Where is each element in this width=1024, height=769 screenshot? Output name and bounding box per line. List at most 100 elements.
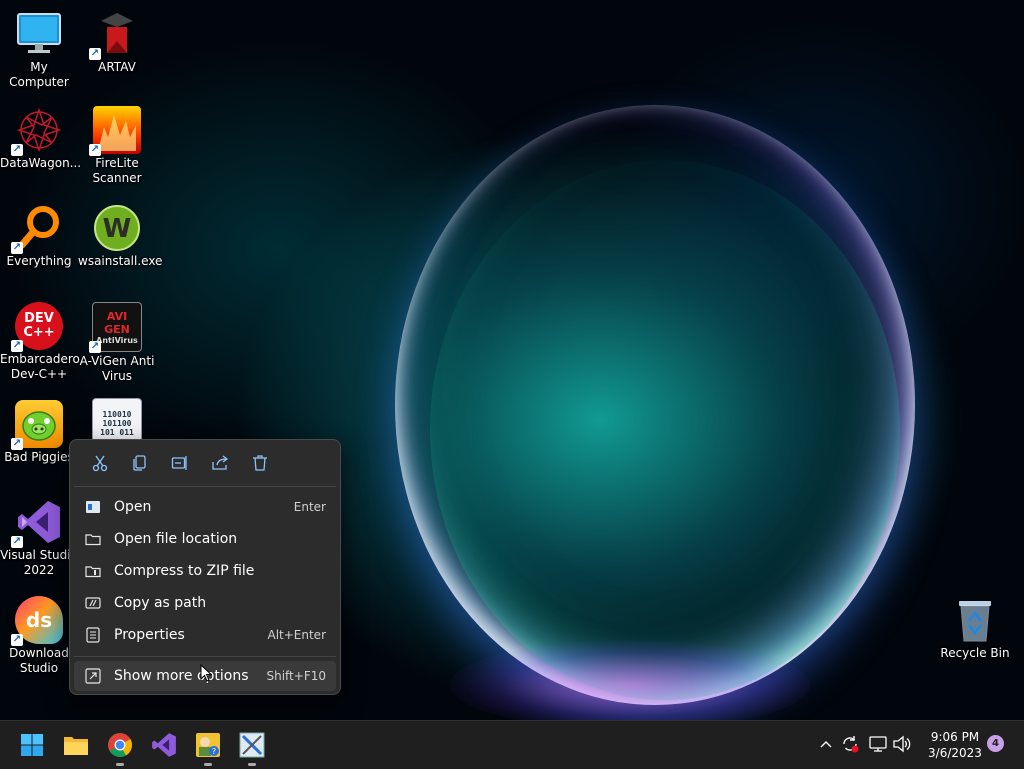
- windows-logo-icon: [21, 734, 43, 756]
- toolbar-divider: [74, 486, 336, 487]
- computer-icon: [15, 10, 63, 58]
- taskbar-app-tools[interactable]: [236, 729, 268, 766]
- desktop-icon-download-studio[interactable]: ds ↗ Download Studio: [0, 596, 78, 676]
- icon-label: My Computer: [9, 60, 69, 89]
- running-indicator: [116, 763, 124, 766]
- show-hidden-icons-button[interactable]: [816, 734, 836, 754]
- bad-piggies-icon: ↗: [11, 400, 63, 450]
- desktop-icon-everything[interactable]: ↗ Everything: [0, 204, 78, 269]
- tray-volume[interactable]: [892, 734, 912, 754]
- desktop-icon-wsainstall[interactable]: W wsainstall.exe: [78, 204, 163, 269]
- desktop-icon-avigen-antivirus[interactable]: AVI GEN AntiVirus ↗ A-ViGen Anti Virus: [78, 302, 156, 384]
- taskbar-file-explorer[interactable]: [60, 729, 92, 761]
- start-button[interactable]: [16, 729, 48, 761]
- avigen-icon: AVI GEN AntiVirus ↗: [89, 302, 142, 353]
- icon-label: wsainstall.exe: [78, 254, 163, 268]
- trash-icon: [253, 455, 267, 471]
- menu-item-label: Copy as path: [114, 595, 207, 611]
- svg-text:W: W: [103, 214, 132, 244]
- menu-item-compress-zip[interactable]: Compress to ZIP file: [74, 556, 336, 586]
- shortcut-arrow-icon: ↗: [11, 438, 23, 450]
- menu-divider: [74, 656, 336, 657]
- icon-label: Visual Studio 2022: [0, 548, 78, 577]
- download-studio-icon: ds ↗: [11, 596, 63, 646]
- shortcut-arrow-icon: ↗: [89, 144, 101, 156]
- path-icon: [84, 594, 102, 612]
- copy-icon: [133, 455, 146, 471]
- open-icon: [84, 498, 102, 516]
- icon-label: Embarcadero Dev-C++: [0, 352, 80, 381]
- desktop-icon-visual-studio-2022[interactable]: ↗ Visual Studio 2022: [0, 498, 78, 578]
- chrome-icon: [108, 733, 133, 758]
- clock-time: 9:06 PM: [930, 730, 980, 744]
- visual-studio-icon: [152, 733, 176, 757]
- menu-item-shortcut: Shift+F10: [266, 669, 326, 683]
- magnifier-icon: ↗: [11, 204, 63, 254]
- context-menu: Open Enter Open file location Compress t…: [69, 439, 341, 695]
- desktop-icon-artav[interactable]: ↗ ARTAV: [78, 10, 156, 75]
- tray-update-status[interactable]: [840, 734, 860, 754]
- taskbar-visual-studio[interactable]: [148, 729, 180, 761]
- chevron-up-icon: [820, 741, 832, 748]
- menu-item-label: Show more options: [114, 668, 249, 684]
- copy-button[interactable]: [120, 443, 160, 483]
- icon-label: FireLite Scanner: [92, 156, 142, 185]
- speaker-icon: [893, 735, 911, 753]
- shortcut-arrow-icon: ↗: [11, 536, 23, 548]
- menu-item-copy-as-path[interactable]: Copy as path: [74, 588, 336, 618]
- datawagon-icon: ↗: [11, 106, 63, 156]
- rename-icon: [171, 456, 187, 470]
- taskbar-clock[interactable]: 9:06 PM 3/6/2023: [918, 729, 992, 761]
- shortcut-arrow-icon: ↗: [11, 634, 23, 646]
- devcpp-logo-text: DEV C++: [23, 311, 55, 340]
- firelite-icon: ↗: [89, 106, 141, 156]
- running-indicator: [248, 763, 256, 766]
- visual-studio-icon: ↗: [11, 498, 63, 548]
- tools-app-icon: [239, 732, 265, 758]
- menu-item-open[interactable]: Open Enter: [74, 492, 336, 522]
- share-button[interactable]: [200, 443, 240, 483]
- sync-alert-icon: [843, 736, 859, 753]
- notification-badge[interactable]: 4: [987, 735, 1004, 752]
- desktop-icon-bad-piggies[interactable]: ↗ Bad Piggies: [0, 400, 78, 465]
- folder-icon: [64, 737, 88, 755]
- avigen-logo-sub: AntiVirus: [96, 335, 138, 345]
- taskbar: ? 9:06 PM 3/6/2023: [0, 720, 1024, 769]
- rename-button[interactable]: [160, 443, 200, 483]
- shortcut-arrow-icon: ↗: [11, 242, 23, 254]
- wallpaper-glow: [450, 640, 810, 720]
- svg-text:?: ?: [212, 747, 216, 756]
- icon-label: A-ViGen Anti Virus: [79, 354, 155, 383]
- icon-label: DataWagon...: [0, 156, 82, 170]
- wallpaper-inner-arc: [430, 160, 900, 700]
- shortcut-arrow-icon: ↗: [11, 144, 23, 156]
- desktop-icon-my-computer[interactable]: My Computer: [0, 10, 78, 90]
- desktop-icon-firelite-scanner[interactable]: ↗ FireLite Scanner: [78, 106, 156, 186]
- taskbar-app-user-help[interactable]: ?: [192, 729, 224, 766]
- shortcut-arrow-icon: ↗: [11, 340, 23, 352]
- desktop-icon-embarcadero-devcpp[interactable]: DEV C++ ↗ Embarcadero Dev-C++: [0, 302, 80, 382]
- mouse-cursor-icon: [200, 664, 212, 682]
- cut-button[interactable]: [80, 443, 120, 483]
- user-help-icon: ?: [196, 733, 220, 757]
- ds-logo-text: ds: [25, 608, 53, 632]
- recycle-bin-icon: [951, 596, 999, 644]
- folder-icon: [84, 530, 102, 548]
- desktop-icon-datawagon[interactable]: ↗ DataWagon...: [0, 106, 82, 171]
- context-menu-toolbar: [70, 440, 350, 486]
- properties-icon: [84, 626, 102, 644]
- desktop-icon-recycle-bin[interactable]: Recycle Bin: [936, 596, 1014, 661]
- avigen-logo-text: AVI GEN: [104, 309, 130, 336]
- menu-item-open-file-location[interactable]: Open file location: [74, 524, 336, 554]
- wsainstall-icon: W: [93, 204, 141, 252]
- delete-button[interactable]: [240, 443, 280, 483]
- artav-icon: ↗: [89, 10, 141, 60]
- menu-item-properties[interactable]: Properties Alt+Enter: [74, 620, 336, 650]
- menu-item-label: Open file location: [114, 531, 238, 547]
- more-options-icon: [84, 667, 102, 685]
- icon-label: ARTAV: [98, 60, 136, 74]
- taskbar-chrome[interactable]: [104, 729, 136, 766]
- binary-text: 110010 101100 101 011: [100, 409, 134, 437]
- tray-network[interactable]: [868, 734, 888, 754]
- share-icon: [212, 455, 229, 470]
